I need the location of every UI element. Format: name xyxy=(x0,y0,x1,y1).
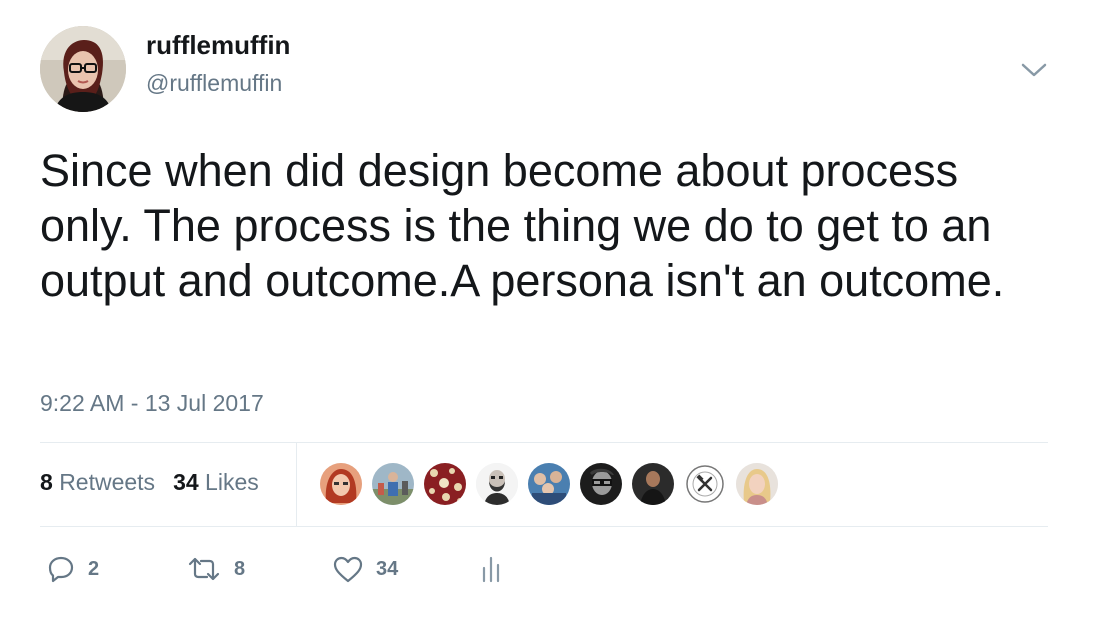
retweet-count: 8 xyxy=(234,557,246,580)
profile-photo-icon xyxy=(40,26,126,112)
analytics-button[interactable] xyxy=(480,552,502,586)
avatar-dark-man-icon xyxy=(632,463,674,505)
reply-count: 2 xyxy=(88,557,100,580)
liker-avatar-8[interactable] xyxy=(684,463,726,505)
retweet-button[interactable]: 8 xyxy=(186,552,245,586)
analytics-icon xyxy=(482,556,500,583)
reply-icon xyxy=(48,556,74,583)
engagement-stats: 8 Retweets 34 Likes xyxy=(40,469,259,496)
retweets-count: 8 xyxy=(40,469,53,495)
retweets-stat[interactable]: 8 Retweets xyxy=(40,469,155,495)
avatar-red-hair-icon xyxy=(320,463,362,505)
heart-icon xyxy=(333,556,363,583)
likes-count: 34 xyxy=(173,469,199,495)
liker-avatar-2[interactable] xyxy=(372,463,414,505)
liker-avatar-9[interactable] xyxy=(736,463,778,505)
like-button[interactable]: 34 xyxy=(332,552,398,586)
avatar-bw-man-icon xyxy=(580,463,622,505)
avatar-blonde-woman-icon xyxy=(736,463,778,505)
avatar-bearded-man-icon xyxy=(476,463,518,505)
retweet-icon xyxy=(188,557,220,581)
liker-avatar-1[interactable] xyxy=(320,463,362,505)
author-avatar[interactable] xyxy=(40,26,126,112)
liker-avatar-5[interactable] xyxy=(528,463,570,505)
avatar-pattern-red-icon xyxy=(424,463,466,505)
divider xyxy=(40,442,1048,443)
divider xyxy=(40,526,1048,527)
stats-separator xyxy=(296,443,297,526)
liker-avatar-3[interactable] xyxy=(424,463,466,505)
retweets-label: Retweets xyxy=(59,469,156,495)
avatar-outdoor-icon xyxy=(372,463,414,505)
avatar-group-icon xyxy=(528,463,570,505)
chevron-down-icon[interactable] xyxy=(1018,58,1050,82)
author-display-name[interactable]: rufflemuffin xyxy=(146,30,290,61)
avatar-tool-library-logo-icon xyxy=(684,463,726,505)
reply-button[interactable]: 2 xyxy=(46,552,99,586)
author-handle[interactable]: @rufflemuffin xyxy=(146,70,282,97)
liker-avatar-6[interactable] xyxy=(580,463,622,505)
tweet-text: Since when did design become about proce… xyxy=(40,145,1005,306)
liker-avatar-7[interactable] xyxy=(632,463,674,505)
liker-avatar-4[interactable] xyxy=(476,463,518,505)
like-count: 34 xyxy=(376,557,399,580)
tweet-timestamp[interactable]: 9:22 AM - 13 Jul 2017 xyxy=(40,390,264,417)
likes-stat[interactable]: 34 Likes xyxy=(173,469,259,495)
likes-label: Likes xyxy=(205,469,259,495)
